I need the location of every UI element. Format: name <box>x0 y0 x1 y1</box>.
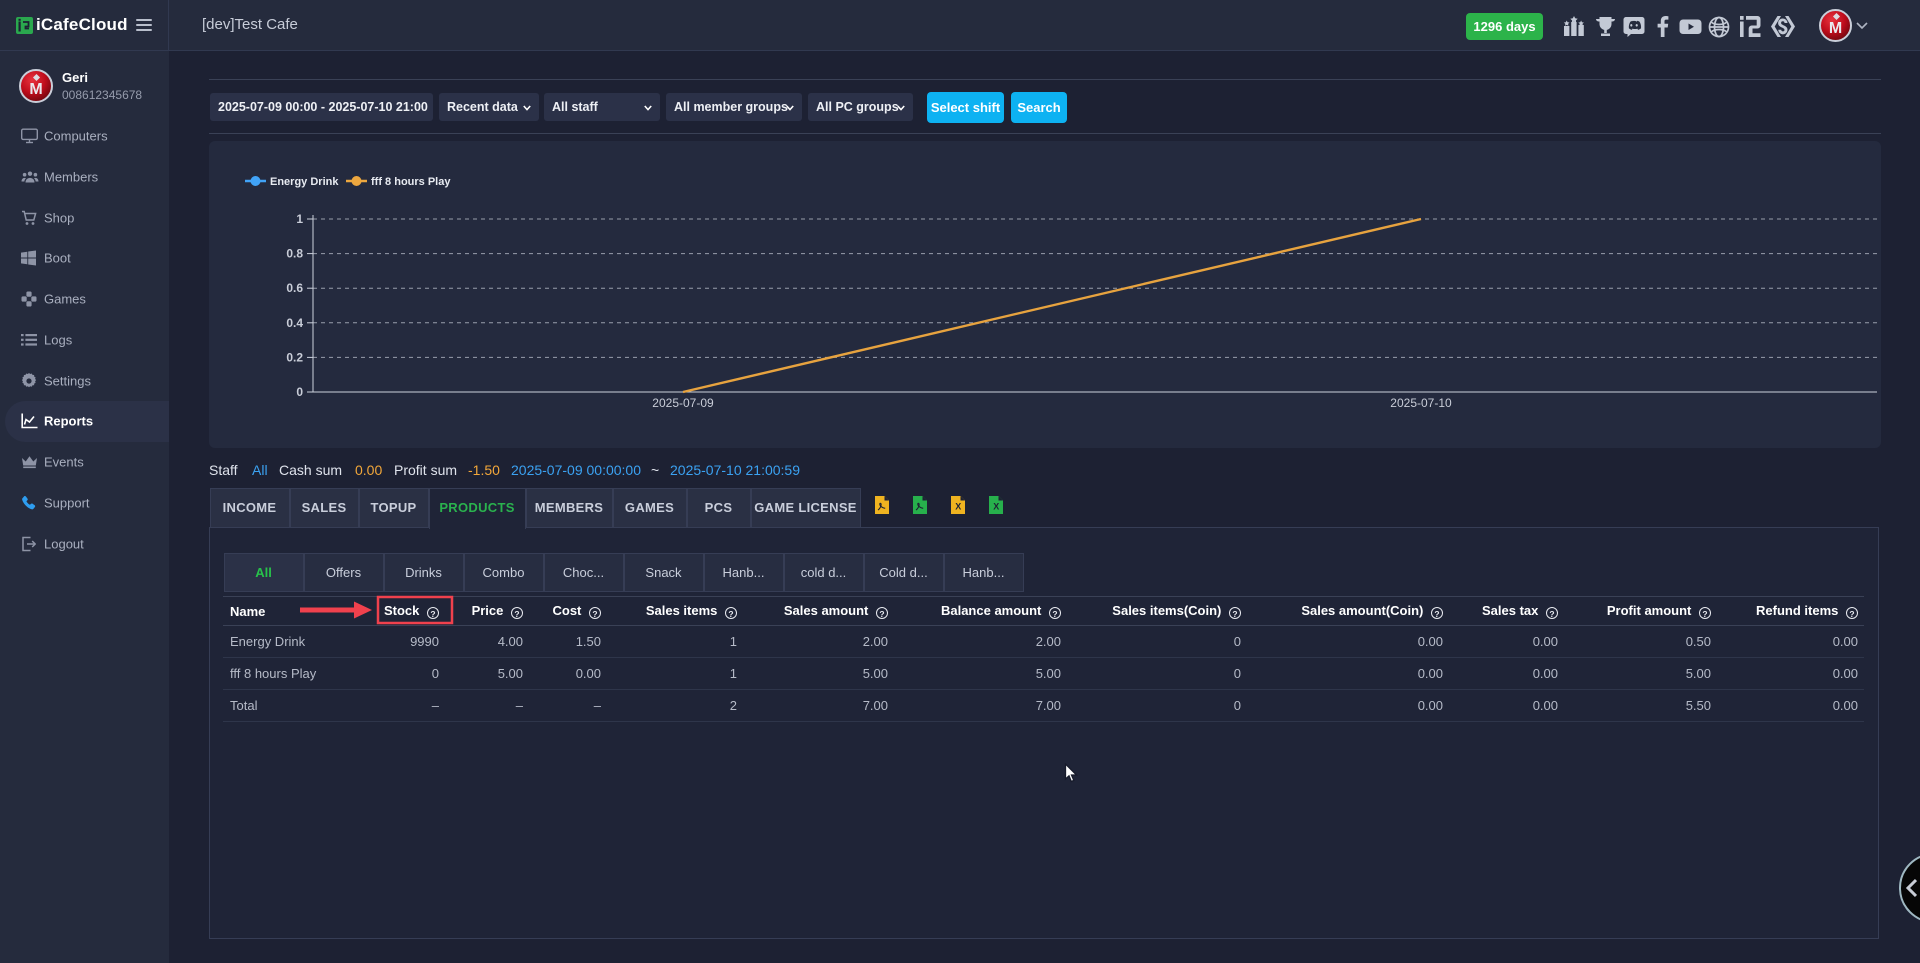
svg-text:1: 1 <box>296 212 303 226</box>
svg-text:2025-07-10: 2025-07-10 <box>1390 396 1452 410</box>
svg-text:0.2: 0.2 <box>286 350 303 364</box>
svg-text:0.4: 0.4 <box>286 316 303 330</box>
svg-text:0.6: 0.6 <box>286 281 303 295</box>
svg-text:0.8: 0.8 <box>286 247 303 261</box>
svg-text:X: X <box>955 502 961 512</box>
svg-text:0: 0 <box>296 385 303 399</box>
svg-text:fff 8 hours Play: fff 8 hours Play <box>371 176 451 188</box>
svg-text:2025-07-09: 2025-07-09 <box>652 396 714 410</box>
svg-text:Energy Drink: Energy Drink <box>270 176 339 188</box>
svg-text:X: X <box>993 502 999 512</box>
